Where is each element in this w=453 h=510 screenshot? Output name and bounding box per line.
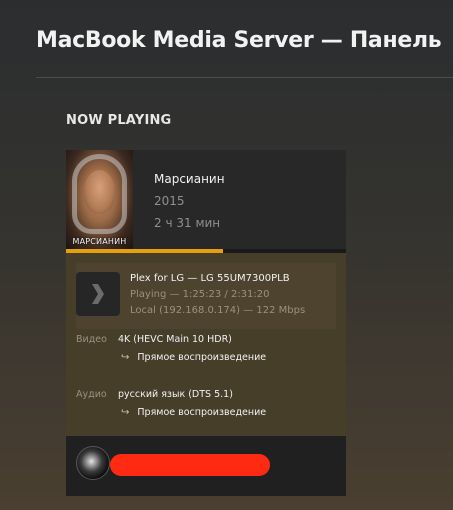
section-title-now-playing: NOW PLAYING [66, 113, 172, 128]
redacted-username [110, 454, 270, 476]
poster-face [84, 170, 115, 214]
audio-stream-row: Аудио русский язык (DTS 5.1) ↪ Прямое вос… [76, 389, 336, 429]
player-name: Plex for LG — LG 55UM7300PLB [130, 273, 290, 284]
player-info: Plex for LG — LG 55UM7300PLB Playing — 1… [76, 263, 336, 329]
audio-decision: ↪ Прямое воспроизведение [121, 407, 266, 418]
audio-decision-text: Прямое воспроизведение [137, 407, 267, 418]
video-decision: ↪ Прямое воспроизведение [121, 352, 266, 363]
movie-title[interactable]: Марсианин [154, 172, 225, 186]
player-network: Local (192.168.0.174) — 122 Mbps [130, 305, 306, 316]
return-arrow-icon: ↪ [121, 407, 130, 418]
poster-caption: МАРСИАНИН [72, 237, 127, 246]
video-value: 4K (HEVC Main 10 HDR) [118, 334, 232, 345]
title-divider [36, 77, 453, 78]
page-title: MacBook Media Server — Панель [36, 28, 442, 53]
video-decision-text: Прямое воспроизведение [137, 352, 267, 363]
movie-year: 2015 [154, 194, 185, 208]
audio-label: Аудио [76, 389, 107, 400]
player-state: Playing — 1:25:23 / 2:31:20 [130, 289, 270, 300]
user-row[interactable] [66, 436, 346, 496]
audio-value: русский язык (DTS 5.1) [118, 389, 233, 400]
movie-duration: 2 ч 31 мин [154, 216, 221, 230]
now-playing-card[interactable]: МАРСИАНИН Марсианин 2015 2 ч 31 мин Plex… [66, 150, 346, 496]
stream-details: Plex for LG — LG 55UM7300PLB Playing — 1… [66, 253, 346, 436]
video-label: Видео [76, 334, 107, 345]
user-avatar[interactable] [76, 446, 110, 480]
movie-poster[interactable]: МАРСИАНИН [66, 150, 133, 249]
video-stream-row: Видео 4K (HEVC Main 10 HDR) ↪ Прямое восп… [76, 334, 336, 374]
plex-chevron-icon [76, 272, 120, 316]
media-header[interactable]: МАРСИАНИН Марсианин 2015 2 ч 31 мин [66, 150, 346, 249]
return-arrow-icon: ↪ [121, 352, 130, 363]
